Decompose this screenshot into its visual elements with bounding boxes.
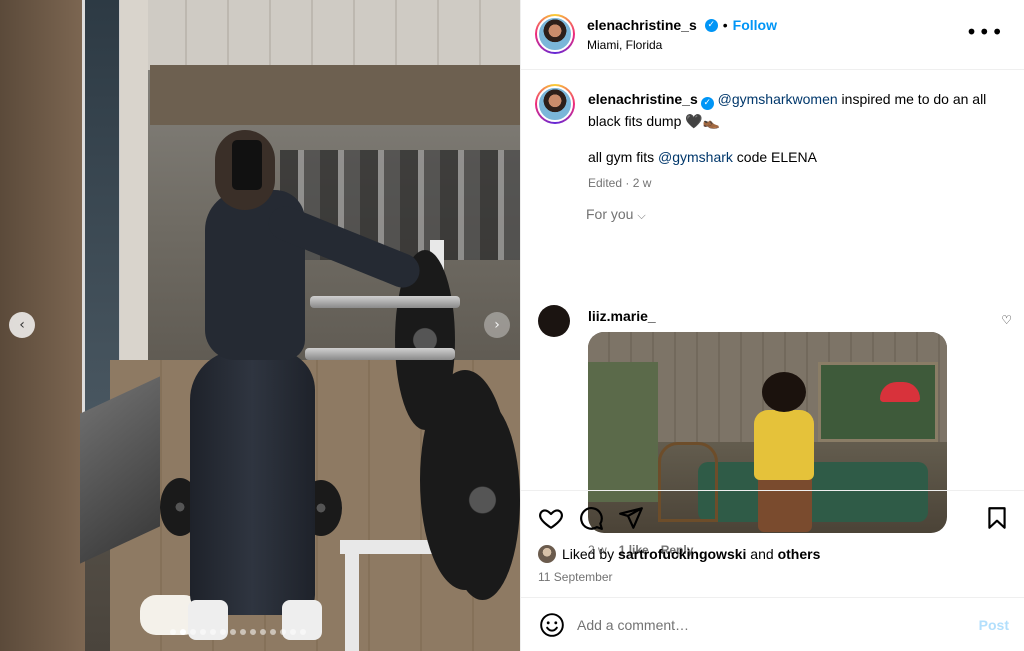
carousel-dot [200,629,206,635]
post-location[interactable]: Miami, Florida [587,38,662,52]
follow-button[interactable]: Follow [733,17,777,33]
gym-back-wall [150,65,520,125]
next-slide-button[interactable]: › [484,312,510,338]
liked-by-and: and [746,546,778,562]
carousel-dot [230,629,236,635]
verified-badge-icon: ✓ [704,18,718,32]
comment-like-heart-icon[interactable]: ♡ [1001,313,1012,327]
carousel-dot [190,629,196,635]
carousel-dot [250,629,256,635]
author-username[interactable]: elenachristine_s [587,17,697,33]
avatar[interactable] [535,14,575,54]
post-header: elenachristine_s ✓ • Follow Miami, Flori… [521,0,1024,70]
caption-username[interactable]: elenachristine_s [588,91,698,107]
chevron-down-icon: ⌵ [637,209,646,222]
phone [232,140,262,190]
chevron-left-icon: ‹ [19,317,25,333]
like-heart-icon[interactable] [538,505,564,531]
carousel-indicator [170,629,306,635]
chevron-right-icon: › [494,317,500,333]
comment-bubble-icon[interactable] [578,505,604,531]
add-comment-bar: Post [521,597,1024,651]
carousel-dot [170,629,176,635]
mention-link[interactable]: @gymsharkwomen [718,91,838,107]
post-media: ‹ › [0,0,520,651]
caption-body-2a: all gym fits [588,149,659,165]
commenter-avatar[interactable] [538,305,570,337]
caption-text: elenachristine_s ✓ @gymsharkwomen inspire… [588,88,1008,194]
gym-ceiling [145,0,520,70]
post-details-panel: elenachristine_s ✓ • Follow Miami, Flori… [520,0,1024,651]
action-bar [521,490,1024,552]
barbell-bottom [305,348,455,360]
commenter-username[interactable]: liiz.marie_ [588,308,656,324]
carousel-dot [280,629,286,635]
liker-avatar[interactable] [538,545,556,563]
carousel-dot [220,629,226,635]
verified-badge-icon: ✓ [700,97,714,110]
previous-slide-button[interactable]: ‹ [9,312,35,338]
carousel-dot [270,629,276,635]
share-send-icon[interactable] [618,505,644,531]
liked-by-others[interactable]: others [778,546,821,562]
post-date[interactable]: 11 September [538,570,613,584]
for-you-label: For you [586,206,634,222]
liked-by-prefix: Liked by [562,546,619,562]
header-separator: • [722,17,728,33]
more-options-icon[interactable]: ••• [966,22,1004,42]
comment-input[interactable] [577,612,957,638]
mention-link[interactable]: @gymshark [658,149,733,165]
carousel-dot [300,629,306,635]
caption-avatar[interactable] [535,84,575,124]
liked-by: Liked by sartrofuckingowski and others [538,545,820,563]
carousel-dot [260,629,266,635]
save-bookmark-icon[interactable] [984,505,1010,531]
caption-section: elenachristine_s ✓ @gymsharkwomen inspire… [521,70,1024,557]
caption-meta: Edited · 2 w [588,176,652,190]
carousel-dot [180,629,186,635]
gym-pillar [120,0,148,400]
carousel-dot [240,629,246,635]
carousel-dot [290,629,296,635]
post-comment-button[interactable]: Post [979,617,1009,633]
liked-by-user[interactable]: sartrofuckingowski [618,546,746,562]
carousel-dot [210,629,216,635]
for-you-dropdown[interactable]: For you ⌵ [586,206,646,223]
emoji-smile-icon[interactable] [539,612,565,638]
barbell-top [310,296,460,308]
caption-body-2b: code ELENA [732,149,817,165]
